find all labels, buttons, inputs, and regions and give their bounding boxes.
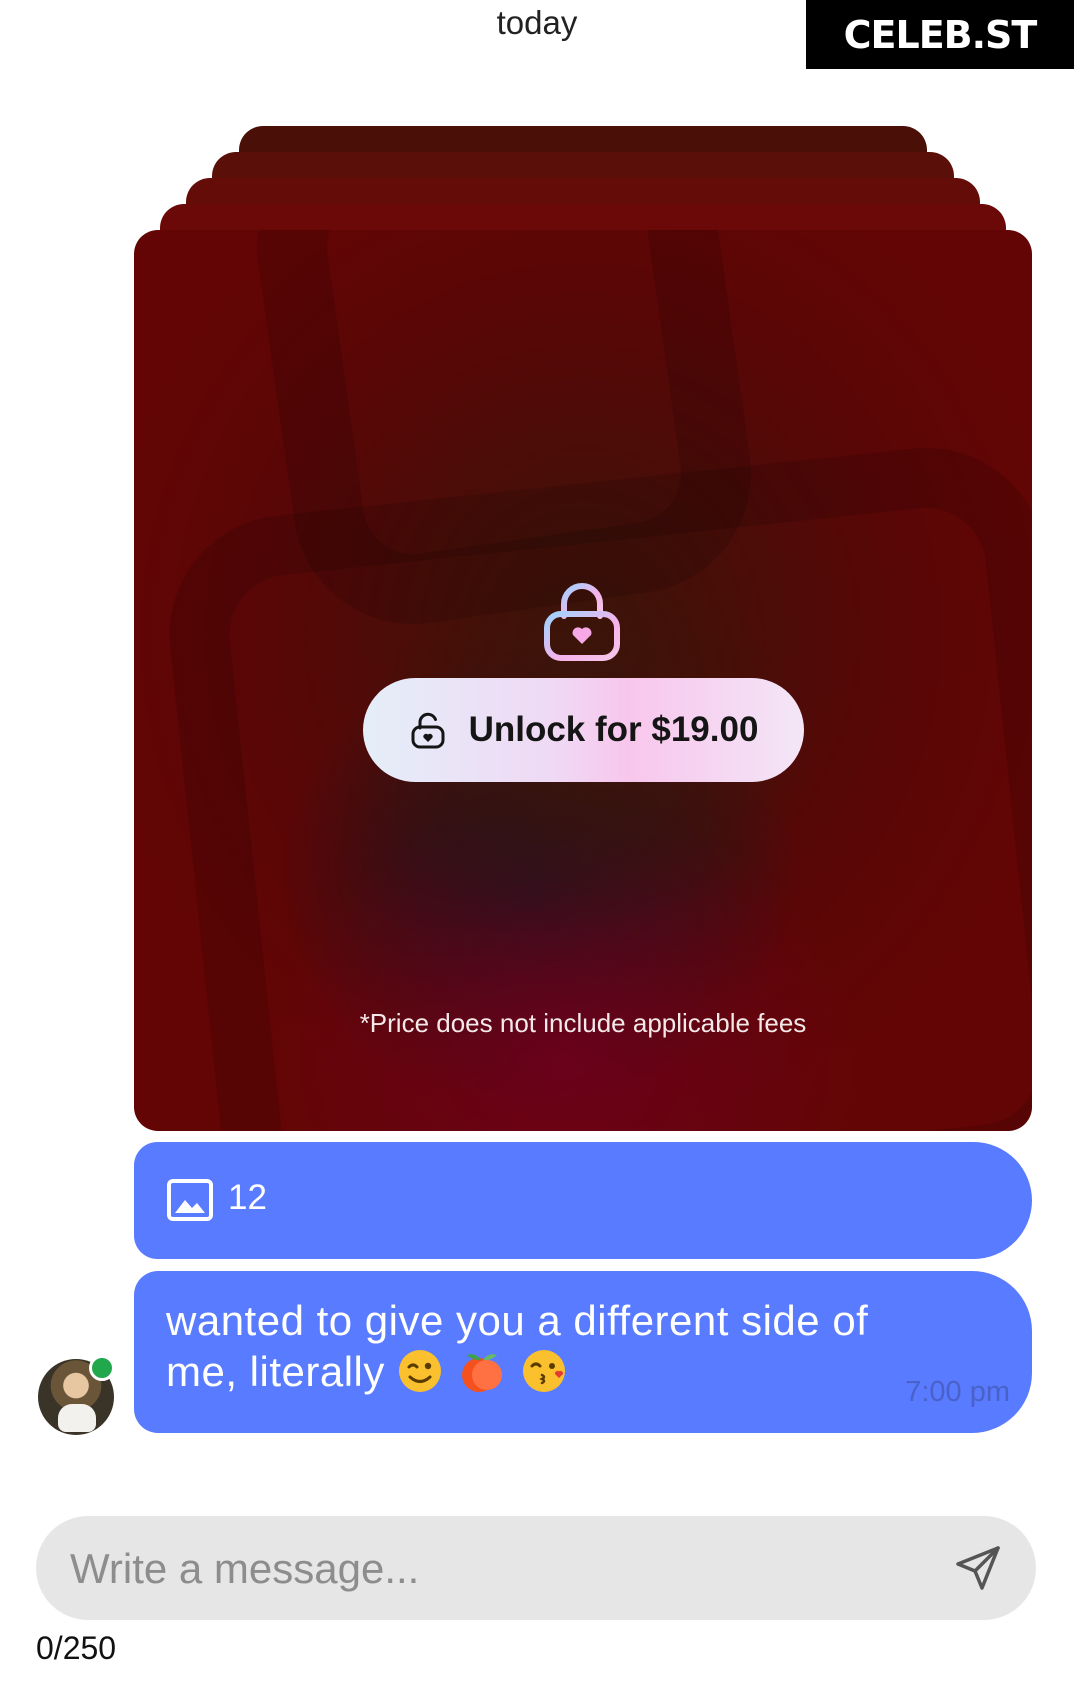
watermark-logo: CELEB.ST <box>806 0 1074 69</box>
online-status-dot <box>89 1355 115 1381</box>
unlock-button[interactable]: Unlock for $19.00 <box>363 678 804 782</box>
message-composer <box>36 1516 1036 1620</box>
character-counter: 0/250 <box>36 1630 117 1666</box>
lock-heart-icon <box>544 583 620 661</box>
message-bubble: wanted to give you a different side of m… <box>134 1271 1032 1433</box>
image-icon <box>167 1179 213 1221</box>
wink-emoji <box>399 1350 442 1392</box>
message-content: wanted to give you a different side of m… <box>166 1295 926 1397</box>
send-icon <box>956 1546 1000 1590</box>
peach-emoji <box>462 1354 503 1392</box>
unlock-button-label: Unlock for $19.00 <box>468 710 759 749</box>
media-count: 12 <box>228 1178 267 1217</box>
message-input[interactable] <box>68 1536 932 1602</box>
send-button[interactable] <box>954 1544 1002 1592</box>
price-fees-note: *Price does not include applicable fees <box>359 1008 807 1038</box>
message-text: wanted to give you a different side of m… <box>166 1297 869 1395</box>
locked-media-card: Unlock for $19.00 *Price does not includ… <box>134 230 1032 1131</box>
avatar[interactable] <box>38 1355 115 1435</box>
unlock-icon <box>411 712 445 749</box>
media-count-bubble[interactable]: 12 <box>134 1142 1032 1259</box>
message-timestamp: 7:00 pm <box>905 1376 1010 1408</box>
kiss-emoji <box>523 1350 566 1392</box>
avatar-figure <box>58 1404 96 1432</box>
